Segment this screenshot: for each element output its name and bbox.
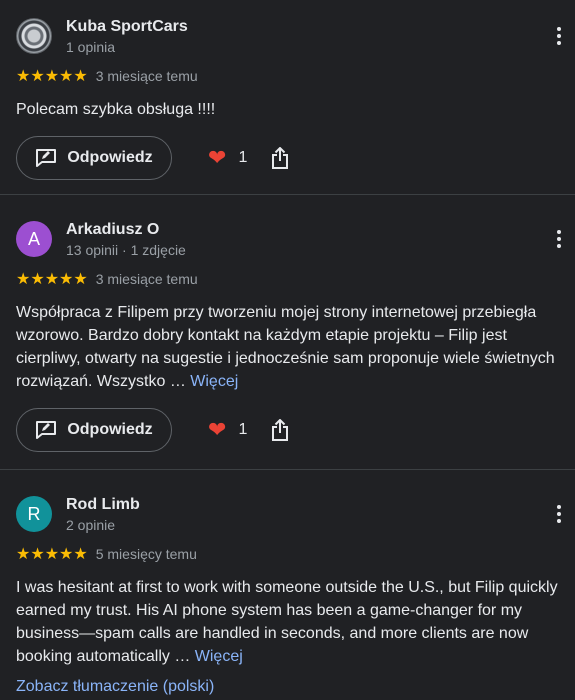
review-text: Współpraca z Filipem przy tworzeniu moje… <box>16 301 559 393</box>
reviewer-name[interactable]: Kuba SportCars <box>66 17 559 37</box>
avatar-letter: A <box>27 228 40 249</box>
reply-label: Odpowiedz <box>67 149 153 166</box>
reply-label: Odpowiedz <box>67 421 153 438</box>
review-card: Kuba SportCars 1 opinia ★★★★★ 3 miesiące… <box>0 0 575 195</box>
more-link[interactable]: Więcej <box>190 373 238 390</box>
more-link[interactable]: Więcej <box>195 648 243 665</box>
avatar[interactable] <box>16 18 52 54</box>
review-actions: Odpowiedz ❤ 1 <box>16 408 559 452</box>
reviewer-name[interactable]: Arkadiusz O <box>66 220 559 240</box>
review-time: 3 miesiące temu <box>95 68 198 84</box>
more-options-icon[interactable] <box>549 24 569 48</box>
avatar-letter: R <box>27 503 41 524</box>
review-actions: Odpowiedz ❤ 1 <box>16 136 559 180</box>
reply-icon <box>36 421 57 439</box>
review-text: Polecam szybka obsługa !!!! <box>16 98 559 121</box>
more-options-icon[interactable] <box>549 227 569 251</box>
heart-icon: ❤ <box>208 145 227 170</box>
reply-button[interactable]: Odpowiedz <box>16 136 172 180</box>
rating-row: ★★★★★ 5 miesięcy temu <box>16 544 559 564</box>
like-count: 1 <box>238 421 248 438</box>
review-text: I was hesitant at first to work with som… <box>16 576 559 668</box>
more-options-icon[interactable] <box>549 502 569 526</box>
reviewer-name[interactable]: Rod Limb <box>66 495 559 515</box>
like-button[interactable]: ❤ 1 <box>208 419 247 441</box>
reviewer-meta: 13 opinii · 1 zdjęcie <box>66 241 186 258</box>
share-icon[interactable] <box>271 147 289 169</box>
review-card: A Arkadiusz O 13 opinii · 1 zdjęcie ★★★★… <box>0 195 575 470</box>
reviewer-meta: 1 opinia <box>66 38 116 55</box>
reply-icon <box>36 149 57 167</box>
rating-row: ★★★★★ 3 miesiące temu <box>16 269 559 289</box>
review-header: R Rod Limb 2 opinie <box>16 494 561 534</box>
review-time: 5 miesięcy temu <box>95 546 197 562</box>
rating-row: ★★★★★ 3 miesiące temu <box>16 66 559 86</box>
review-body: Współpraca z Filipem przy tworzeniu moje… <box>16 304 555 390</box>
review-card: R Rod Limb 2 opinie ★★★★★ 5 miesięcy tem… <box>0 470 575 700</box>
avatar[interactable]: R <box>16 496 52 532</box>
star-rating: ★★★★★ <box>16 271 88 288</box>
review-header: Kuba SportCars 1 opinia <box>16 16 561 56</box>
share-icon[interactable] <box>271 419 289 441</box>
like-button[interactable]: ❤ 1 <box>208 147 247 169</box>
translate-link[interactable]: Zobacz tłumaczenie (polski) <box>16 678 214 696</box>
review-time: 3 miesiące temu <box>95 271 198 287</box>
review-body: Polecam szybka obsługa !!!! <box>16 101 216 118</box>
star-rating: ★★★★★ <box>16 68 88 85</box>
review-header: A Arkadiusz O 13 opinii · 1 zdjęcie <box>16 219 561 259</box>
star-rating: ★★★★★ <box>16 546 88 563</box>
like-count: 1 <box>238 149 248 166</box>
heart-icon: ❤ <box>208 417 227 442</box>
review-body: I was hesitant at first to work with som… <box>16 579 558 665</box>
avatar[interactable]: A <box>16 221 52 257</box>
reviewer-meta: 2 opinie <box>66 516 116 533</box>
reply-button[interactable]: Odpowiedz <box>16 408 172 452</box>
